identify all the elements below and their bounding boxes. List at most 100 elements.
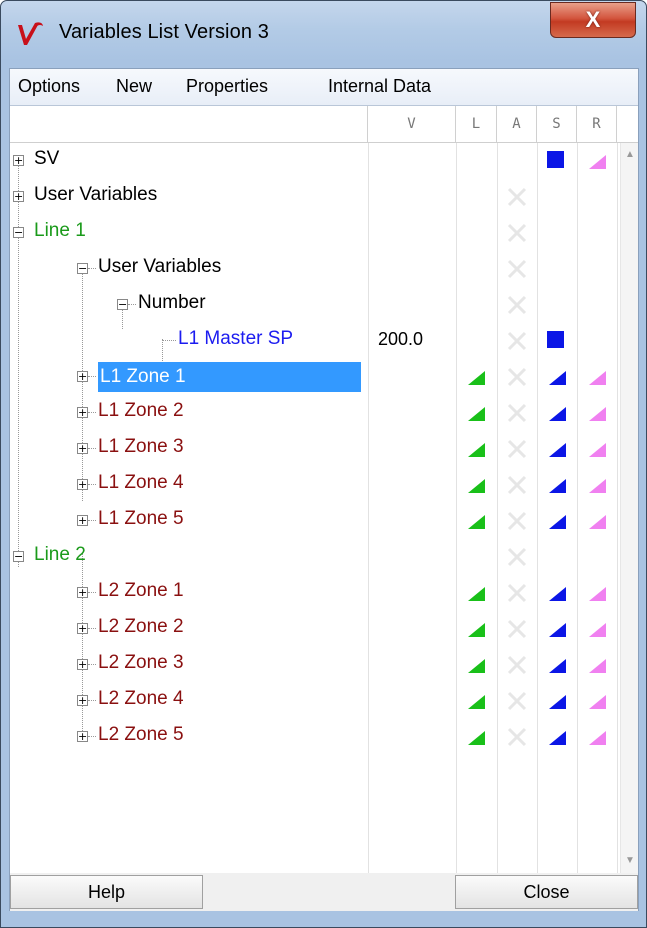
- variable-label[interactable]: L2 Zone 5: [98, 724, 184, 746]
- disabled-x-icon[interactable]: [507, 727, 527, 747]
- tree-row[interactable]: + L2 Zone 2: [10, 611, 620, 647]
- column-s-header[interactable]: S: [537, 106, 577, 142]
- disabled-x-icon[interactable]: [507, 619, 527, 639]
- disabled-x-icon[interactable]: [507, 331, 527, 351]
- pink-triangle-icon[interactable]: [589, 659, 606, 673]
- green-triangle-icon[interactable]: [468, 659, 485, 673]
- variable-label[interactable]: Line 1: [34, 220, 86, 242]
- column-r-header[interactable]: R: [577, 106, 617, 142]
- blue-square-icon[interactable]: [547, 151, 564, 168]
- pink-triangle-icon[interactable]: [589, 731, 606, 745]
- pink-triangle-icon[interactable]: [589, 623, 606, 637]
- variables-tree[interactable]: ▲ ▼ + SV + User Variables − Line 1− User Varia…: [10, 143, 638, 873]
- green-triangle-icon[interactable]: [468, 407, 485, 421]
- variable-label[interactable]: L2 Zone 1: [98, 580, 184, 602]
- expand-icon[interactable]: +: [77, 731, 88, 742]
- blue-triangle-icon[interactable]: [549, 515, 566, 529]
- green-triangle-icon[interactable]: [468, 623, 485, 637]
- blue-triangle-icon[interactable]: [549, 443, 566, 457]
- variable-label[interactable]: User Variables: [34, 184, 157, 206]
- tree-row[interactable]: − Line 2: [10, 539, 620, 575]
- green-triangle-icon[interactable]: [468, 479, 485, 493]
- disabled-x-icon[interactable]: [507, 259, 527, 279]
- variable-label[interactable]: L1 Zone 4: [98, 472, 184, 494]
- variable-label[interactable]: L1 Master SP: [178, 328, 293, 350]
- menu-new[interactable]: New: [116, 76, 152, 97]
- column-l-header[interactable]: L: [456, 106, 497, 142]
- expand-icon[interactable]: +: [77, 623, 88, 634]
- tree-row[interactable]: + L1 Zone 4: [10, 467, 620, 503]
- variable-label[interactable]: Line 2: [34, 544, 86, 566]
- expand-icon[interactable]: +: [77, 695, 88, 706]
- collapse-icon[interactable]: −: [117, 299, 128, 310]
- blue-square-icon[interactable]: [547, 331, 564, 348]
- tree-row[interactable]: + L2 Zone 5: [10, 719, 620, 755]
- title-bar[interactable]: Variables List Version 3 X: [1, 1, 646, 63]
- tree-row[interactable]: + L2 Zone 3: [10, 647, 620, 683]
- pink-triangle-icon[interactable]: [589, 515, 606, 529]
- disabled-x-icon[interactable]: [507, 403, 527, 423]
- blue-triangle-icon[interactable]: [549, 371, 566, 385]
- menu-options[interactable]: Options: [18, 76, 80, 97]
- scroll-up-icon[interactable]: ▲: [625, 149, 635, 160]
- window-close-button[interactable]: X: [550, 2, 636, 38]
- disabled-x-icon[interactable]: [507, 187, 527, 207]
- vertical-scrollbar[interactable]: ▲ ▼: [620, 143, 638, 873]
- scroll-down-icon[interactable]: ▼: [625, 855, 635, 866]
- expand-icon[interactable]: +: [77, 371, 88, 382]
- collapse-icon[interactable]: −: [13, 551, 24, 562]
- tree-row[interactable]: − Line 1: [10, 215, 620, 251]
- pink-triangle-icon[interactable]: [589, 695, 606, 709]
- column-name-header[interactable]: [10, 106, 368, 142]
- expand-icon[interactable]: +: [77, 659, 88, 670]
- blue-triangle-icon[interactable]: [549, 623, 566, 637]
- variable-label[interactable]: L1 Zone 5: [98, 508, 184, 530]
- tree-row[interactable]: + L2 Zone 4: [10, 683, 620, 719]
- green-triangle-icon[interactable]: [468, 587, 485, 601]
- tree-row[interactable]: + L1 Zone 2: [10, 395, 620, 431]
- tree-row[interactable]: + L1 Zone 3: [10, 431, 620, 467]
- blue-triangle-icon[interactable]: [549, 479, 566, 493]
- pink-triangle-icon[interactable]: [589, 479, 606, 493]
- disabled-x-icon[interactable]: [507, 583, 527, 603]
- expand-icon[interactable]: +: [13, 191, 24, 202]
- collapse-icon[interactable]: −: [77, 263, 88, 274]
- pink-triangle-icon[interactable]: [589, 587, 606, 601]
- variable-label[interactable]: SV: [34, 148, 59, 170]
- disabled-x-icon[interactable]: [507, 223, 527, 243]
- tree-row[interactable]: + L1 Zone 5: [10, 503, 620, 539]
- tree-row[interactable]: − Number: [10, 287, 620, 323]
- variable-label[interactable]: User Variables: [98, 256, 221, 278]
- green-triangle-icon[interactable]: [468, 695, 485, 709]
- variable-label[interactable]: L2 Zone 2: [98, 616, 184, 638]
- disabled-x-icon[interactable]: [507, 655, 527, 675]
- pink-triangle-icon[interactable]: [589, 371, 606, 385]
- green-triangle-icon[interactable]: [468, 515, 485, 529]
- variable-label[interactable]: L2 Zone 3: [98, 652, 184, 674]
- column-a-header[interactable]: A: [497, 106, 537, 142]
- blue-triangle-icon[interactable]: [549, 587, 566, 601]
- disabled-x-icon[interactable]: [507, 691, 527, 711]
- menu-properties[interactable]: Properties: [186, 76, 268, 97]
- tree-row[interactable]: + L1 Zone 1: [10, 359, 620, 395]
- blue-triangle-icon[interactable]: [549, 407, 566, 421]
- variable-label[interactable]: L2 Zone 4: [98, 688, 184, 710]
- menu-internal-data[interactable]: Internal Data: [328, 76, 431, 97]
- blue-triangle-icon[interactable]: [549, 731, 566, 745]
- green-triangle-icon[interactable]: [468, 371, 485, 385]
- disabled-x-icon[interactable]: [507, 439, 527, 459]
- pink-triangle-icon[interactable]: [589, 443, 606, 457]
- tree-row[interactable]: L1 Master SP 200.0: [10, 323, 620, 359]
- green-triangle-icon[interactable]: [468, 731, 485, 745]
- tree-row[interactable]: − User Variables: [10, 251, 620, 287]
- expand-icon[interactable]: +: [77, 587, 88, 598]
- tree-row[interactable]: + User Variables: [10, 179, 620, 215]
- variable-label[interactable]: L1 Zone 2: [98, 400, 184, 422]
- variable-label[interactable]: L1 Zone 3: [98, 436, 184, 458]
- expand-icon[interactable]: +: [77, 407, 88, 418]
- expand-icon[interactable]: +: [77, 479, 88, 490]
- help-button[interactable]: Help: [10, 875, 203, 909]
- variable-label[interactable]: L1 Zone 1: [98, 362, 361, 392]
- tree-row[interactable]: + SV: [10, 143, 620, 179]
- collapse-icon[interactable]: −: [13, 227, 24, 238]
